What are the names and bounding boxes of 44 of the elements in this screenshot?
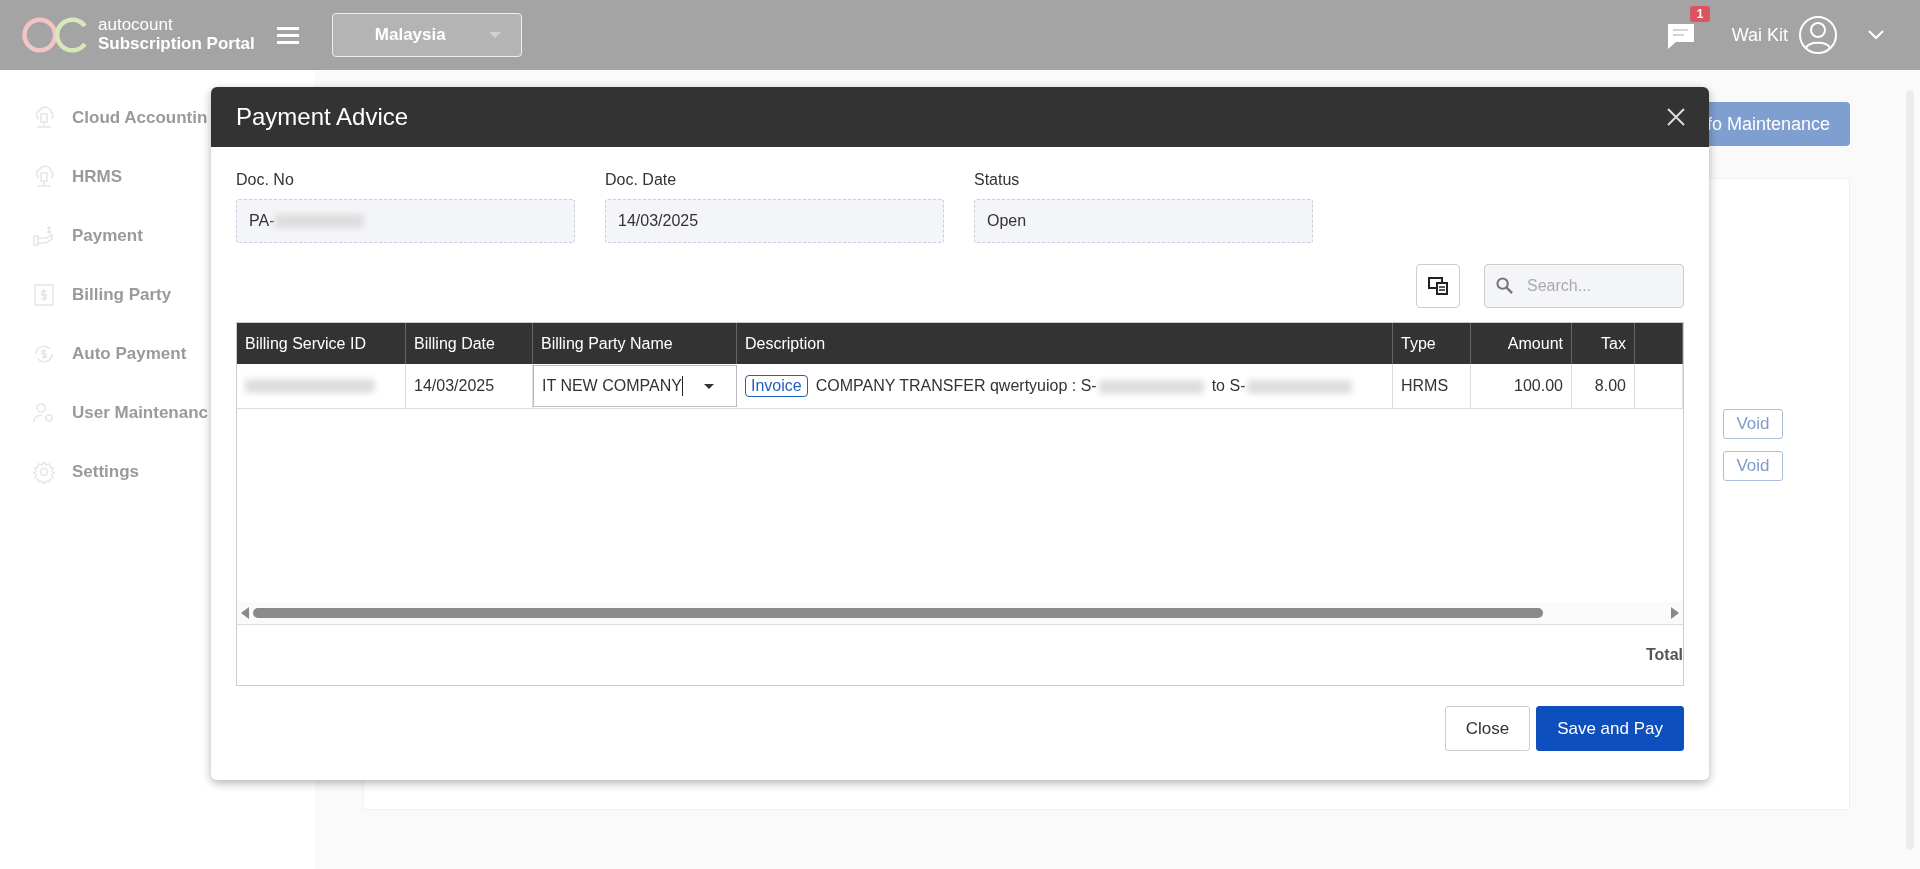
description-text: to S- — [1211, 377, 1353, 395]
readonly-field[interactable]: 14/03/2025 — [605, 199, 944, 243]
search-field[interactable]: Search... — [1484, 264, 1684, 308]
field-label: Status — [974, 171, 1021, 189]
party-select[interactable]: IT NEW COMPANY — [533, 365, 737, 407]
column-header[interactable]: Amount — [1471, 323, 1572, 364]
columns-icon — [1428, 277, 1448, 295]
dialog-title: Payment Advice — [236, 103, 409, 131]
total-label: Total — [1645, 646, 1683, 664]
notification-badge: 1 — [1689, 6, 1711, 22]
caret-icon[interactable] — [704, 383, 714, 389]
column-header[interactable]: Type — [1393, 323, 1471, 364]
readonly-field[interactable]: Open — [974, 199, 1313, 243]
column-header[interactable]: Billing Service ID — [237, 323, 406, 364]
save-button[interactable]: Save and Pay — [1536, 706, 1684, 751]
avatar-icon[interactable] — [1798, 15, 1838, 55]
readonly-field[interactable]: PA- — [236, 199, 575, 243]
column-header[interactable]: Description — [737, 323, 1393, 364]
horizontal-scrollbar[interactable] — [237, 602, 1683, 625]
scrollbar-thumb[interactable] — [253, 608, 1543, 618]
description-text: COMPANY TRANSFER qwertyuiop : S- — [815, 377, 1204, 395]
brand-name: autocount — [98, 16, 174, 35]
hand-money-icon — [32, 223, 56, 248]
portal-title: Subscription Portal — [98, 35, 255, 54]
dollar-document-icon — [32, 282, 56, 307]
table-cell: HRMS — [1393, 364, 1471, 408]
table-cell: 100.00 — [1471, 364, 1572, 408]
menu-icon[interactable] — [276, 26, 299, 44]
field-label: Doc. Date — [605, 171, 678, 189]
user-gear-icon — [32, 400, 56, 425]
column-header[interactable]: Tax — [1572, 323, 1635, 364]
settings-icon — [32, 459, 56, 484]
field-label: Doc. No — [236, 171, 295, 189]
close-button[interactable]: Close — [1444, 706, 1531, 751]
chevron-down-icon[interactable] — [1868, 30, 1884, 40]
user-name: Wai Kit — [1731, 24, 1788, 46]
table-cell: 8.00 — [1572, 364, 1635, 408]
scroll-left-icon[interactable] — [241, 607, 249, 619]
column-chooser-button[interactable] — [1416, 264, 1460, 308]
column-header[interactable]: Billing Date — [406, 323, 533, 364]
document-type-tag: Invoice — [745, 375, 808, 397]
close-icon[interactable] — [1667, 108, 1685, 126]
scroll-right-icon[interactable] — [1671, 607, 1679, 619]
column-header[interactable]: Billing Party Name — [533, 323, 737, 364]
